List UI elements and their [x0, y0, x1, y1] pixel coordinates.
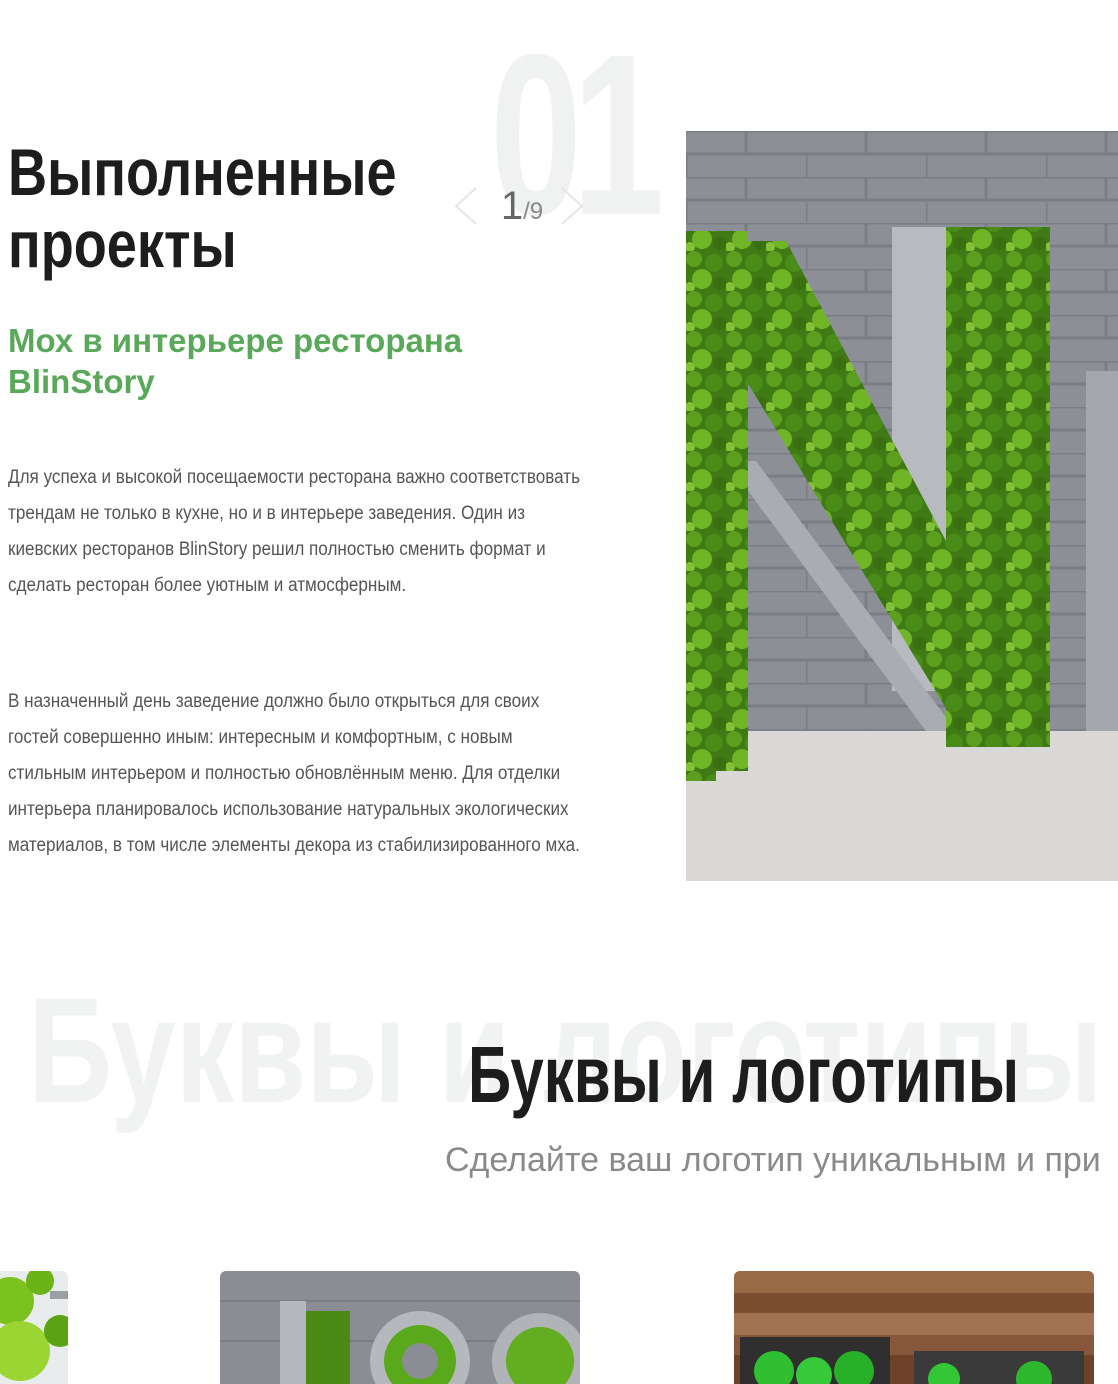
project-photo [686, 131, 1118, 881]
slide-separator: / [523, 198, 530, 225]
gallery-thumb-1[interactable] [0, 1271, 68, 1384]
section-title: Выполненные проекты [8, 136, 397, 281]
slider-pager: 1/9 [452, 178, 588, 234]
slide-current: 1 [500, 184, 524, 228]
slide-total: 9 [529, 198, 544, 225]
slide-counter: 1/9 [490, 182, 554, 230]
gallery-thumb-3[interactable] [734, 1271, 1094, 1384]
project-title: Мох в интерьере ресторана BlinStory [8, 322, 463, 400]
section2-subtitle: Сделайте ваш логотип уникальным и при [445, 1141, 1101, 1179]
section-title-line1: Выполненные [8, 135, 397, 209]
section2-title: Буквы и логотипы [468, 1030, 1020, 1119]
project-description-2: В назначенный день заведение должно было… [8, 691, 580, 856]
gallery-thumb-2[interactable] [220, 1271, 580, 1384]
section-title-line2: проекты [8, 207, 237, 281]
prev-slide-button[interactable] [452, 186, 482, 226]
chevron-left-icon [454, 187, 477, 225]
chevron-right-icon [561, 187, 584, 225]
next-slide-button[interactable] [556, 186, 586, 226]
project-description-1: Для успеха и высокой посещаемости рестор… [8, 467, 581, 596]
